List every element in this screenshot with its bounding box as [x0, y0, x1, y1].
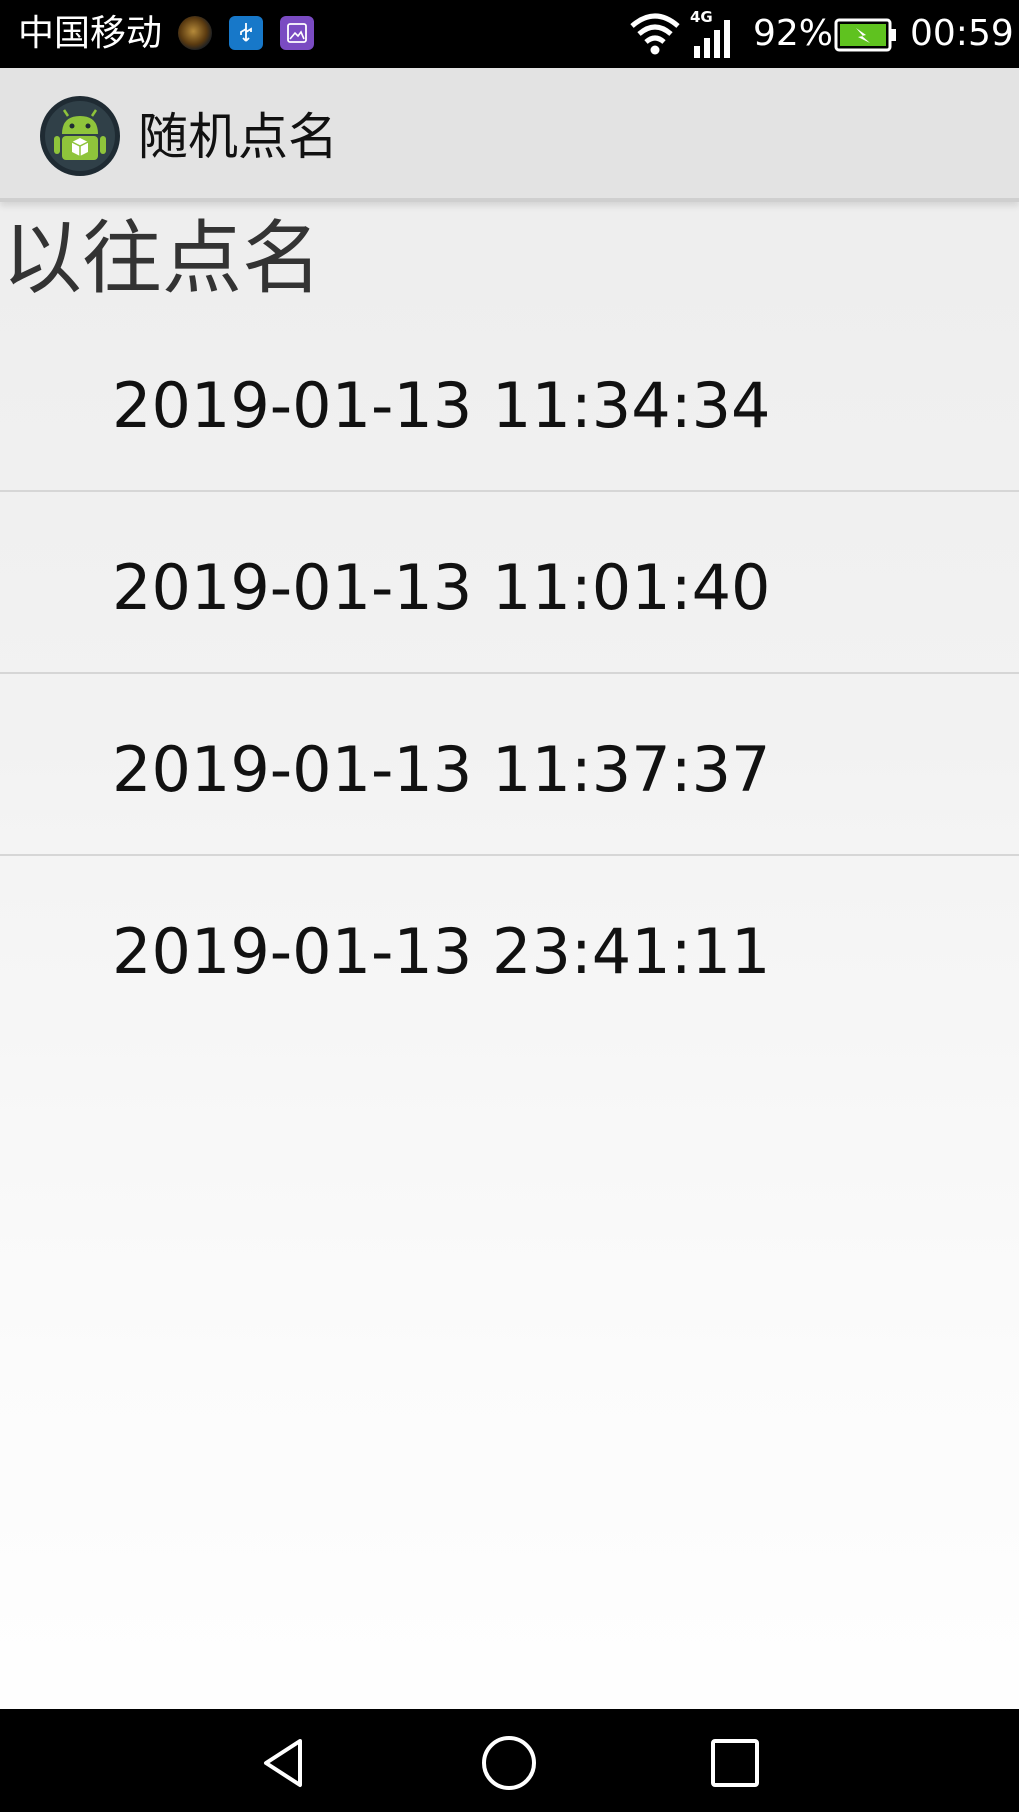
- wifi-icon: [630, 13, 680, 55]
- app-title: 随机点名: [138, 108, 338, 166]
- android-app-icon[interactable]: [38, 94, 122, 178]
- list-item-timestamp: 2019-01-13 11:34:34: [112, 369, 771, 442]
- navigation-bar: [0, 1709, 1019, 1812]
- back-icon[interactable]: [254, 1733, 314, 1793]
- gallery-icon: [280, 16, 314, 50]
- list-item-timestamp: 2019-01-13 23:41:11: [112, 915, 771, 988]
- carrier-label: 中国移动: [18, 13, 163, 54]
- list-item[interactable]: 2019-01-13 23:41:11: [0, 856, 1019, 1038]
- battery-charging-icon: [834, 18, 896, 52]
- status-bar: 中国移动 4G 92% 00:59: [0, 0, 1019, 68]
- status-clock: 00:59: [910, 13, 1014, 54]
- signal-4g-icon: 4G: [690, 8, 730, 58]
- battery-percentage: 92%: [753, 13, 834, 54]
- list-item-timestamp: 2019-01-13 11:37:37: [112, 733, 771, 806]
- list-item-timestamp: 2019-01-13 11:01:40: [112, 551, 771, 624]
- section-title: 以往点名: [2, 212, 322, 305]
- list-item[interactable]: 2019-01-13 11:37:37: [0, 674, 1019, 856]
- recent-apps-icon[interactable]: [705, 1733, 765, 1793]
- game-notification-icon: [178, 16, 212, 50]
- action-bar: 随机点名: [0, 68, 1019, 202]
- home-icon[interactable]: [479, 1733, 539, 1793]
- list-item[interactable]: 2019-01-13 11:01:40: [0, 492, 1019, 674]
- usb-icon: [229, 16, 263, 50]
- network-type-label: 4G: [690, 8, 713, 26]
- screen: 中国移动 4G 92% 00:59 随机点名 以往点名 2019-01-13 1…: [0, 0, 1019, 1812]
- history-list: 2019-01-13 11:34:34 2019-01-13 11:01:40 …: [0, 310, 1019, 1038]
- list-item[interactable]: 2019-01-13 11:34:34: [0, 310, 1019, 492]
